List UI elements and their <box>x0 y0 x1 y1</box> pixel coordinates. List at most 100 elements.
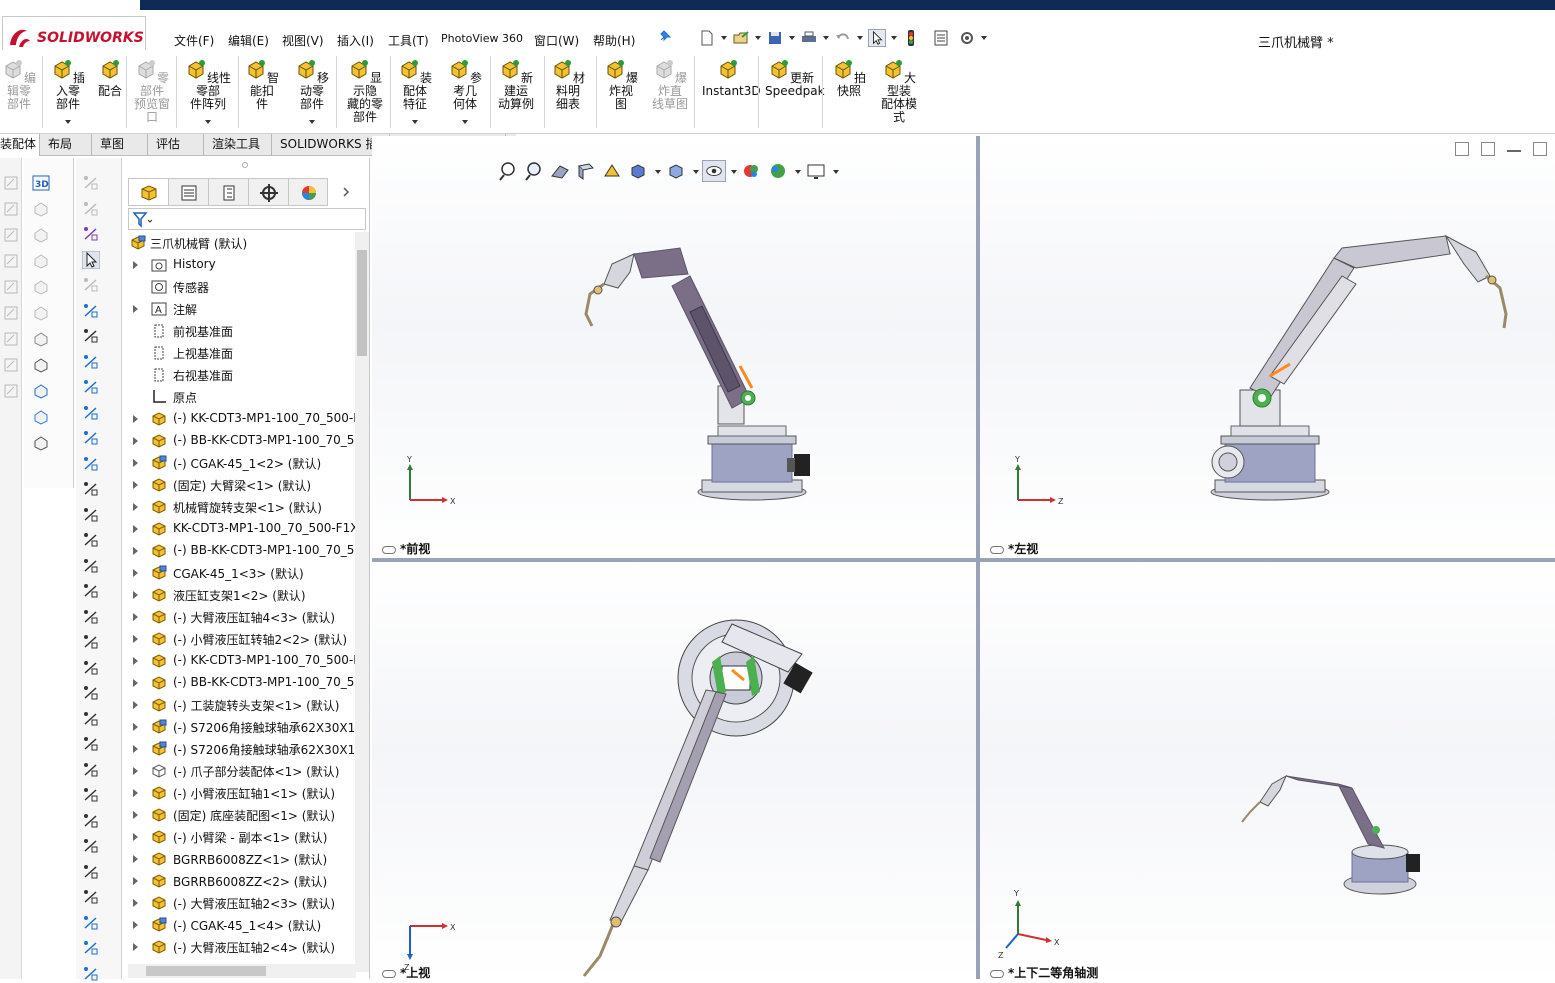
menu-window[interactable]: 窗口(W) <box>534 32 579 49</box>
expand-arrow-icon[interactable] <box>133 855 138 863</box>
viewport-left[interactable]: Z Y *左视 <box>980 136 1555 558</box>
reference-tool-icon[interactable] <box>82 761 100 779</box>
reference-tool-icon[interactable] <box>82 633 100 651</box>
expand-arrow-icon[interactable] <box>133 811 138 819</box>
tree-item[interactable]: 前视基准面 <box>124 320 356 342</box>
ribbon-bill-of-materials-button[interactable]: 材料明 细表 <box>548 58 588 111</box>
tree-root-assembly[interactable]: 三爪机械臂 (默认) <box>124 232 356 254</box>
expand-arrow-icon[interactable] <box>133 503 138 511</box>
menu-file[interactable]: 文件(F) <box>174 32 214 49</box>
reference-tool-icon[interactable] <box>82 965 100 983</box>
sketch-tool-icon[interactable] <box>2 330 20 348</box>
menu-insert[interactable]: 插入(I) <box>337 32 374 49</box>
3d-sketch-icon[interactable]: 3D <box>32 174 50 192</box>
tree-item[interactable]: (-) S7206角接触球轴承62X30X16 <box>124 738 356 760</box>
reference-tool-icon[interactable] <box>82 914 100 932</box>
section-view-icon[interactable] <box>574 160 598 182</box>
expand-arrow-icon[interactable] <box>133 591 138 599</box>
tree-item[interactable]: 上视基准面 <box>124 342 356 364</box>
tab-render-tools[interactable]: 渲染工具 <box>204 134 272 156</box>
viewport-dimetric[interactable]: X Y Z *上下二等角轴测 <box>980 562 1555 979</box>
tree-item[interactable]: 右视基准面 <box>124 364 356 386</box>
reference-tool-icon[interactable] <box>82 837 100 855</box>
ribbon-insert-components-button[interactable]: 插入零 部件 <box>48 58 88 124</box>
feature-tool-icon[interactable] <box>32 304 50 322</box>
reference-tool-icon[interactable] <box>82 710 100 728</box>
menu-tools[interactable]: 工具(T) <box>388 32 429 49</box>
tree-item[interactable]: A 注解 <box>124 298 356 320</box>
ribbon-large-assembly-mode-button[interactable]: 大型装 配体模 式 <box>878 58 920 124</box>
expand-arrow-icon[interactable] <box>133 261 138 269</box>
expand-arrow-icon[interactable] <box>133 635 138 643</box>
ribbon-component-preview-button[interactable]: 零部件 预览窗 口 <box>130 58 174 124</box>
chevron-right-icon[interactable] <box>340 186 352 198</box>
tree-item[interactable]: (-) 小臂液压缸转轴2<2> (默认) <box>124 628 356 650</box>
tree-item[interactable]: (-) S7206角接触球轴承62X30X16 <box>124 716 356 738</box>
expand-arrow-icon[interactable] <box>133 657 138 665</box>
ribbon-reference-geometry-button[interactable]: 参考几 何体 <box>444 58 486 124</box>
tree-item[interactable]: (-) 爪子部分装配体<1> (默认) <box>124 760 356 782</box>
tree-item[interactable]: (-) CGAK-45_1<4> (默认) <box>124 914 356 936</box>
window-prev-icon[interactable] <box>1455 142 1469 156</box>
tab-layout[interactable]: 布局 <box>40 134 92 156</box>
reference-tool-icon[interactable] <box>82 939 100 957</box>
ribbon-linear-pattern-button[interactable]: 线性零部 件阵列 <box>180 58 236 124</box>
tab-assembly[interactable]: 装配体 <box>0 134 40 156</box>
reference-tool-icon[interactable] <box>82 582 100 600</box>
ribbon-explode-line-sketch-button[interactable]: 爆炸直 线草图 <box>648 58 692 111</box>
ribbon-exploded-view-button[interactable]: 爆炸视 图 <box>600 58 642 111</box>
ribbon-update-speedpak-button[interactable]: 更新 Speedpak <box>765 58 825 98</box>
tab-property-manager[interactable] <box>168 178 208 206</box>
tree-item[interactable]: BGRRB6008ZZ<2> (默认) <box>124 870 356 892</box>
expand-arrow-icon[interactable] <box>133 679 138 687</box>
previous-view-icon[interactable] <box>548 160 572 182</box>
feature-tool-icon[interactable] <box>32 382 50 400</box>
window-minimize-icon[interactable] <box>1507 142 1521 152</box>
view-settings-icon[interactable] <box>804 160 828 182</box>
tree-item[interactable]: (-) CGAK-45_1<2> (默认) <box>124 452 356 474</box>
expand-arrow-icon[interactable] <box>133 745 138 753</box>
tree-item[interactable]: BGRRB6008ZZ<1> (默认) <box>124 848 356 870</box>
viewport-label[interactable]: *前视 <box>382 540 430 557</box>
sketch-tool-icon[interactable] <box>2 382 20 400</box>
ribbon-smart-fasteners-button[interactable]: 智能扣 件 <box>242 58 282 111</box>
reference-tool-icon[interactable] <box>82 455 100 473</box>
reference-tool-icon[interactable] <box>82 404 100 422</box>
file-properties-icon[interactable] <box>932 29 950 47</box>
reference-tool-icon[interactable] <box>82 225 100 243</box>
feature-tool-icon[interactable] <box>32 408 50 426</box>
tab-display-manager[interactable] <box>288 178 328 206</box>
sketch-tool-icon[interactable] <box>2 252 20 270</box>
expand-arrow-icon[interactable] <box>133 767 138 775</box>
open-folder-icon[interactable] <box>732 29 750 47</box>
reference-tool-icon[interactable] <box>82 174 100 192</box>
hide-show-items-icon[interactable] <box>702 160 726 182</box>
edit-appearance-icon[interactable] <box>740 160 764 182</box>
save-icon[interactable] <box>766 29 784 47</box>
view-orientation-icon[interactable] <box>626 160 650 182</box>
expand-arrow-icon[interactable] <box>133 569 138 577</box>
display-style-icon[interactable] <box>664 160 688 182</box>
feature-tool-icon[interactable] <box>32 434 50 452</box>
tree-filter-box[interactable] <box>128 208 366 230</box>
expand-arrow-icon[interactable] <box>133 833 138 841</box>
ribbon-assembly-features-button[interactable]: 装配体 特征 <box>394 58 436 124</box>
sketch-tool-icon[interactable] <box>2 278 20 296</box>
reference-tool-icon[interactable] <box>82 302 100 320</box>
tab-sketch[interactable]: 草图 <box>92 134 148 156</box>
ribbon-take-snapshot-button[interactable]: 拍快照 <box>829 58 869 98</box>
select-arrow-icon[interactable] <box>868 29 886 47</box>
filter-funnel-icon[interactable] <box>132 211 154 229</box>
expand-arrow-icon[interactable] <box>133 459 138 467</box>
tree-item[interactable]: History <box>124 254 356 276</box>
tree-item[interactable]: KK-CDT3-MP1-100_70_500-F1X <box>124 518 356 540</box>
menu-view[interactable]: 视图(V) <box>282 32 324 49</box>
tree-item[interactable]: (固定) 底座装配图<1> (默认) <box>124 804 356 826</box>
viewport-label[interactable]: *上下二等角轴测 <box>990 964 1098 979</box>
feature-tool-icon[interactable] <box>32 278 50 296</box>
reference-tool-icon[interactable] <box>82 557 100 575</box>
tree-item[interactable]: (-) KK-CDT3-MP1-100_70_500-F <box>124 650 356 672</box>
dynamic-annotation-icon[interactable] <box>600 160 624 182</box>
tree-item[interactable]: (-) BB-KK-CDT3-MP1-100_70_5( <box>124 430 356 452</box>
ribbon-instant3d-button[interactable]: Instant3D <box>702 58 761 98</box>
